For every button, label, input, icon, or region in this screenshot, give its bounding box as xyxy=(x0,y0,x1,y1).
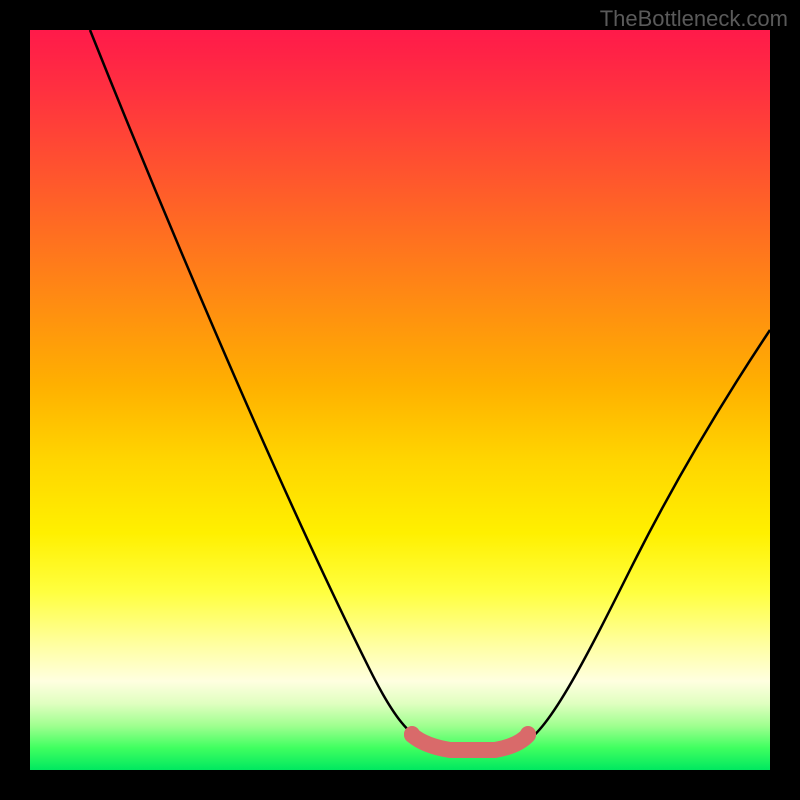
chart-frame xyxy=(30,30,770,770)
valley-dot-left xyxy=(404,726,420,742)
chart-svg xyxy=(30,30,770,770)
curve-path xyxy=(90,30,770,748)
valley-dot-right xyxy=(520,726,536,742)
valley-highlight-band xyxy=(412,735,528,750)
watermark-text: TheBottleneck.com xyxy=(600,6,788,32)
